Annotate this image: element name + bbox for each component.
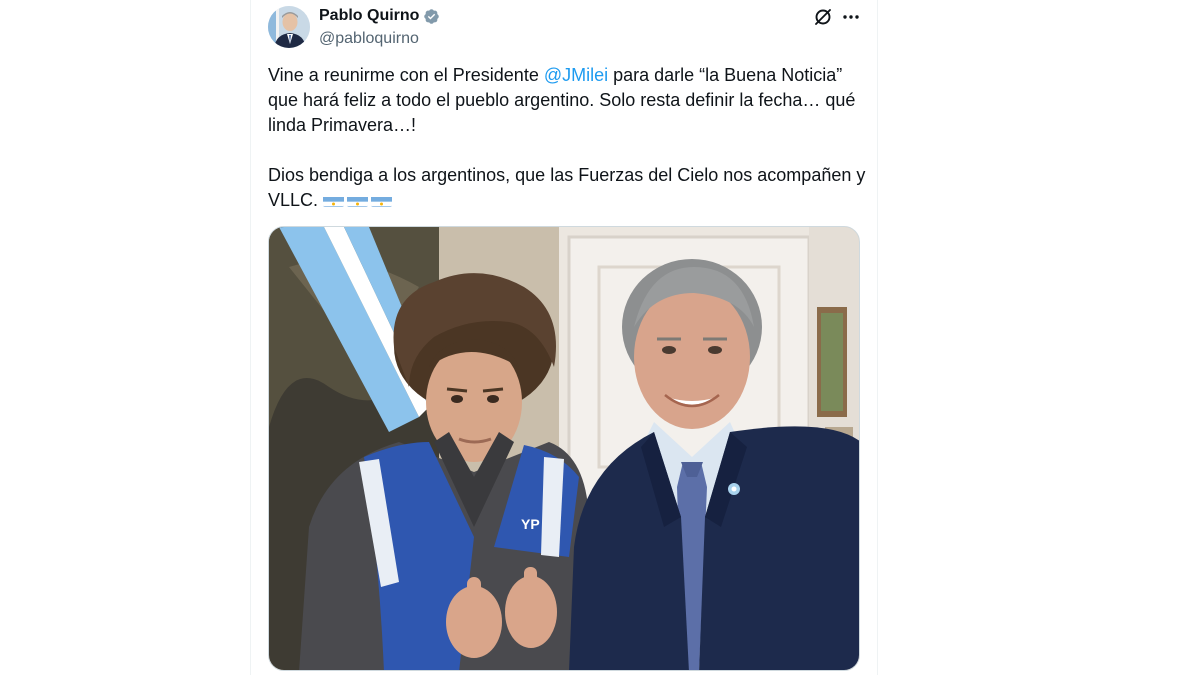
photo-illustration: YP [269, 227, 859, 670]
more-options-icon[interactable] [841, 7, 861, 27]
argentina-flag-icon [371, 193, 393, 207]
author-display-name[interactable]: Pablo Quirno [319, 6, 419, 26]
tweet-text-segment: Vine a reunirme con el Presidente [268, 65, 544, 85]
tweet-text: Vine a reunirme con el Presidente @JMile… [268, 63, 868, 213]
avatar[interactable] [268, 6, 310, 48]
page: Pablo Quirno @pabloquirno Vine a reunirm… [0, 0, 1200, 675]
argentina-flag-icon [323, 193, 345, 207]
tweet-photo[interactable]: YP [268, 226, 860, 671]
tweet-paragraph-2: Dios bendiga a los argentinos, que las F… [268, 163, 868, 213]
tweet-card: Pablo Quirno @pabloquirno Vine a reunirm… [250, 0, 878, 675]
tweet-paragraph-1: Vine a reunirme con el Presidente @JMile… [268, 63, 868, 138]
verified-badge-icon [423, 8, 440, 25]
grok-icon[interactable] [813, 7, 833, 27]
jacket-logo: YP [521, 516, 540, 532]
avatar-image [268, 6, 310, 48]
flag-emoji-group [323, 190, 393, 210]
argentina-flag-icon [347, 193, 369, 207]
mention-link[interactable]: @JMilei [544, 65, 608, 85]
author-name-row: Pablo Quirno [319, 6, 440, 26]
author-handle[interactable]: @pabloquirno [319, 29, 419, 49]
